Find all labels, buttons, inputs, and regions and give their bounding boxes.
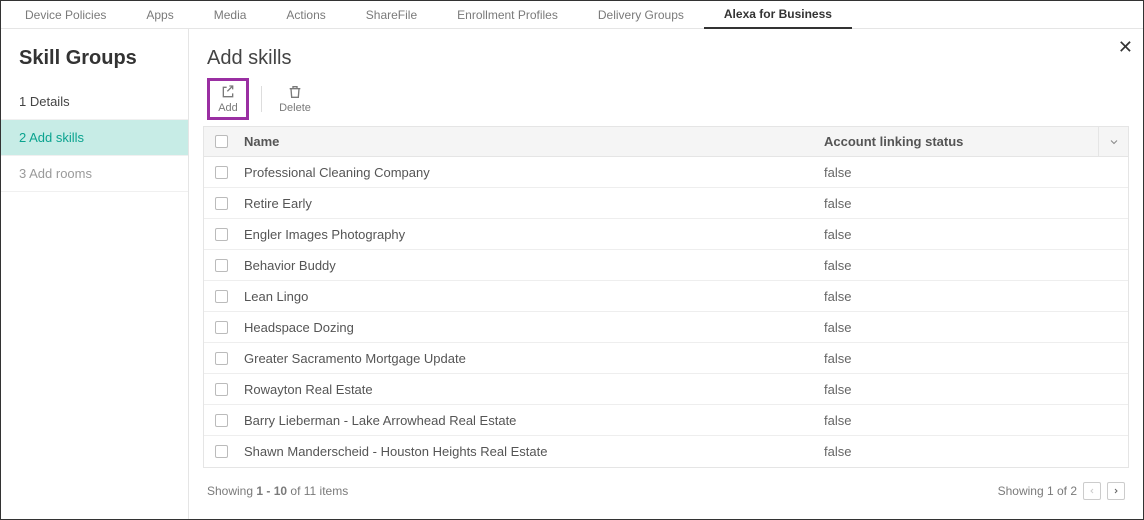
table-row[interactable]: Lean Lingofalse	[204, 281, 1128, 312]
topnav-item[interactable]: Delivery Groups	[578, 2, 704, 28]
row-status: false	[818, 165, 1128, 180]
sidebar: Skill Groups 1 Details2 Add skills3 Add …	[1, 29, 189, 519]
row-status: false	[818, 413, 1128, 428]
add-button[interactable]: Add	[207, 78, 249, 120]
table-footer: Showing 1 - 10 of 11 items Showing 1 of …	[203, 468, 1129, 500]
table-row[interactable]: Professional Cleaning Companyfalse	[204, 157, 1128, 188]
delete-label: Delete	[279, 102, 311, 114]
pager: Showing 1 of 2	[998, 482, 1125, 500]
chevron-left-icon	[1088, 487, 1096, 495]
topnav-item[interactable]: Device Policies	[5, 2, 126, 28]
row-name: Barry Lieberman - Lake Arrowhead Real Es…	[238, 413, 818, 428]
row-checkbox[interactable]	[215, 166, 228, 179]
delete-button[interactable]: Delete	[274, 78, 316, 120]
table-row[interactable]: Shawn Manderscheid - Houston Heights Rea…	[204, 436, 1128, 467]
row-name: Rowayton Real Estate	[238, 382, 818, 397]
add-label: Add	[218, 102, 238, 114]
main-panel: ✕ Add skills Add Delete Name Account lin…	[189, 29, 1143, 519]
sidebar-step[interactable]: 1 Details	[1, 84, 188, 120]
row-checkbox[interactable]	[215, 445, 228, 458]
toolbar: Add Delete	[207, 78, 1129, 120]
table-header: Name Account linking status	[204, 127, 1128, 157]
chevron-right-icon	[1112, 487, 1120, 495]
row-status: false	[818, 351, 1128, 366]
table-row[interactable]: Rowayton Real Estatefalse	[204, 374, 1128, 405]
row-name: Lean Lingo	[238, 289, 818, 304]
prev-page-button[interactable]	[1083, 482, 1101, 500]
topnav-item[interactable]: ShareFile	[346, 2, 437, 28]
sidebar-step[interactable]: 2 Add skills	[1, 120, 188, 156]
topnav-item[interactable]: Enrollment Profiles	[437, 2, 578, 28]
row-status: false	[818, 258, 1128, 273]
toolbar-separator	[261, 86, 262, 112]
row-name: Greater Sacramento Mortgage Update	[238, 351, 818, 366]
next-page-button[interactable]	[1107, 482, 1125, 500]
top-nav: Device PoliciesAppsMediaActionsShareFile…	[1, 1, 1143, 29]
row-checkbox[interactable]	[215, 321, 228, 334]
close-icon[interactable]: ✕	[1118, 37, 1133, 58]
page-count: Showing 1 of 2	[998, 484, 1077, 498]
chevron-down-icon	[1108, 136, 1120, 148]
delete-icon	[287, 84, 303, 100]
page-title: Add skills	[207, 47, 1129, 70]
row-name: Retire Early	[238, 196, 818, 211]
row-checkbox[interactable]	[215, 259, 228, 272]
table-row[interactable]: Retire Earlyfalse	[204, 188, 1128, 219]
sidebar-title: Skill Groups	[1, 29, 188, 84]
row-checkbox[interactable]	[215, 228, 228, 241]
row-checkbox[interactable]	[215, 383, 228, 396]
showing-count: Showing 1 - 10 of 11 items	[207, 484, 348, 498]
column-options-dropdown[interactable]	[1098, 127, 1128, 156]
skills-table: Name Account linking status Professional…	[203, 126, 1129, 468]
row-status: false	[818, 196, 1128, 211]
sidebar-step[interactable]: 3 Add rooms	[1, 156, 188, 192]
row-checkbox[interactable]	[215, 352, 228, 365]
select-all-checkbox[interactable]	[215, 135, 228, 148]
add-icon	[220, 84, 236, 100]
topnav-item[interactable]: Alexa for Business	[704, 1, 852, 29]
row-status: false	[818, 320, 1128, 335]
row-name: Professional Cleaning Company	[238, 165, 818, 180]
table-body: Professional Cleaning CompanyfalseRetire…	[204, 157, 1128, 467]
table-row[interactable]: Engler Images Photographyfalse	[204, 219, 1128, 250]
row-name: Headspace Dozing	[238, 320, 818, 335]
row-status: false	[818, 444, 1128, 459]
topnav-item[interactable]: Apps	[126, 2, 193, 28]
row-name: Shawn Manderscheid - Houston Heights Rea…	[238, 444, 818, 459]
row-checkbox[interactable]	[215, 197, 228, 210]
row-name: Engler Images Photography	[238, 227, 818, 242]
row-checkbox[interactable]	[215, 290, 228, 303]
topnav-item[interactable]: Media	[194, 2, 267, 28]
column-name[interactable]: Name	[238, 134, 818, 149]
column-status[interactable]: Account linking status	[818, 134, 1098, 149]
sidebar-steps: 1 Details2 Add skills3 Add rooms	[1, 84, 188, 192]
table-row[interactable]: Barry Lieberman - Lake Arrowhead Real Es…	[204, 405, 1128, 436]
table-row[interactable]: Behavior Buddyfalse	[204, 250, 1128, 281]
row-name: Behavior Buddy	[238, 258, 818, 273]
table-row[interactable]: Headspace Dozingfalse	[204, 312, 1128, 343]
row-checkbox[interactable]	[215, 414, 228, 427]
table-row[interactable]: Greater Sacramento Mortgage Updatefalse	[204, 343, 1128, 374]
topnav-item[interactable]: Actions	[266, 2, 345, 28]
row-status: false	[818, 227, 1128, 242]
row-status: false	[818, 289, 1128, 304]
row-status: false	[818, 382, 1128, 397]
